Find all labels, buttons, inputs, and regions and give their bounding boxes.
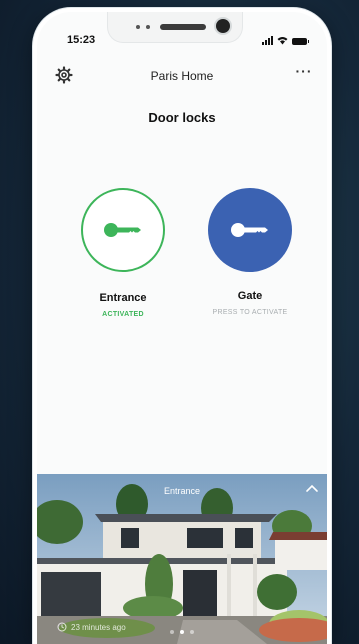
- app-screen: 15:23 Paris Home ··· Door locks Entrance…: [37, 12, 327, 644]
- camera-image: [37, 474, 327, 644]
- status-bar: 15:23: [37, 12, 327, 52]
- carousel-dot-active[interactable]: [180, 630, 184, 634]
- battery-icon: [292, 38, 309, 45]
- lock-gate-button[interactable]: [208, 188, 292, 272]
- app-header: Paris Home ···: [37, 64, 327, 88]
- key-icon: [231, 223, 268, 237]
- lock-entrance-name: Entrance: [99, 292, 147, 304]
- carousel-indicator: [37, 630, 327, 634]
- lock-gate-status: PRESS TO ACTIVATE: [212, 309, 288, 316]
- carousel-dot[interactable]: [170, 630, 174, 634]
- wifi-icon: [277, 37, 288, 45]
- home-name: Paris Home: [150, 69, 214, 83]
- lock-gate[interactable]: Gate PRESS TO ACTIVATE: [195, 188, 305, 316]
- phone-notch: [107, 12, 243, 43]
- key-icon: [104, 223, 141, 237]
- page-title: Door locks: [148, 110, 216, 125]
- lock-gate-name: Gate: [237, 290, 263, 302]
- lock-entrance-status: ACTIVATED: [102, 311, 144, 318]
- sensor-dot: [136, 25, 140, 29]
- front-camera: [216, 19, 230, 33]
- camera-label: Entrance: [163, 486, 201, 496]
- status-time: 15:23: [67, 34, 96, 46]
- lock-entrance[interactable]: Entrance ACTIVATED: [68, 188, 178, 318]
- more-icon[interactable]: ···: [293, 64, 315, 82]
- signal-icon: [262, 36, 273, 45]
- camera-preview[interactable]: Entrance 23 minutes ago: [37, 474, 327, 644]
- carousel-dot[interactable]: [190, 630, 194, 634]
- phone-frame: 15:23 Paris Home ··· Door locks Entrance…: [33, 8, 331, 644]
- status-icons: [262, 36, 309, 45]
- chevron-up-icon[interactable]: [305, 482, 319, 494]
- speaker-grille: [160, 24, 206, 30]
- lock-entrance-button[interactable]: [81, 188, 165, 272]
- sensor-dot: [146, 25, 150, 29]
